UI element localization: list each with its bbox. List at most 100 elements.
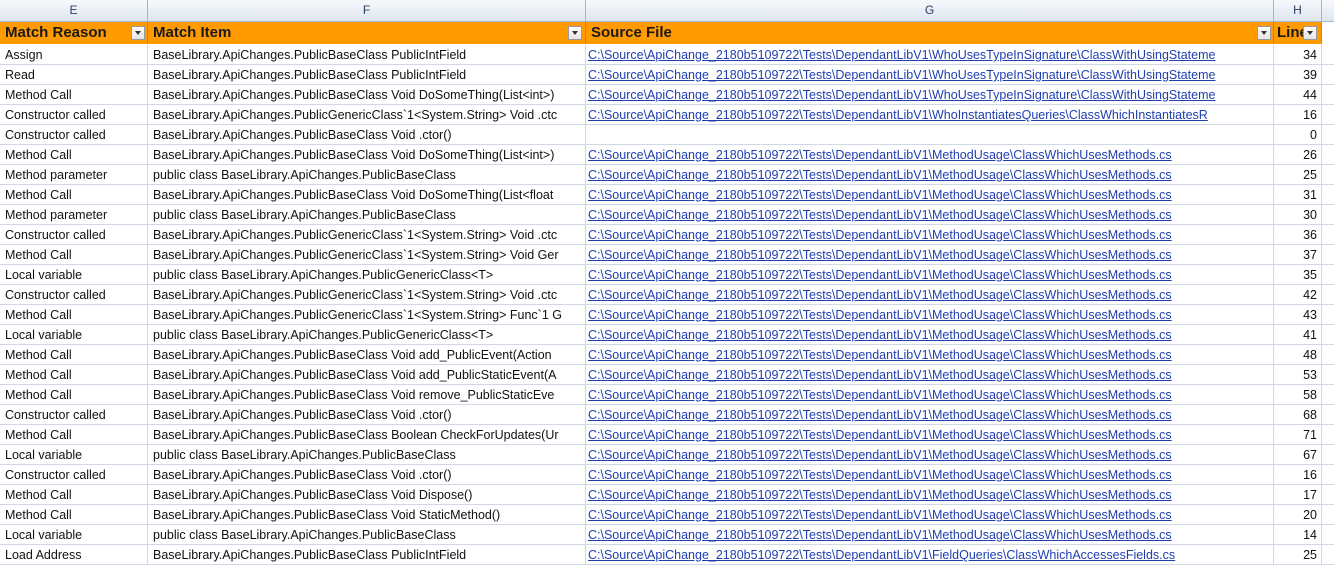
- line-number-cell[interactable]: 41: [1274, 325, 1322, 345]
- source-file-link[interactable]: C:\Source\ApiChange_2180b5109722\Tests\D…: [586, 265, 1274, 285]
- source-file-link[interactable]: C:\Source\ApiChange_2180b5109722\Tests\D…: [586, 245, 1274, 265]
- empty-cell[interactable]: [1322, 265, 1334, 285]
- header-source-file[interactable]: Source File: [586, 22, 1274, 44]
- line-number-cell[interactable]: 20: [1274, 505, 1322, 525]
- source-file-link[interactable]: C:\Source\ApiChange_2180b5109722\Tests\D…: [586, 505, 1274, 525]
- empty-cell[interactable]: [1322, 185, 1334, 205]
- match-reason-cell[interactable]: Local variable: [0, 325, 148, 345]
- source-file-link[interactable]: C:\Source\ApiChange_2180b5109722\Tests\D…: [586, 145, 1274, 165]
- match-item-cell[interactable]: BaseLibrary.ApiChanges.PublicBaseClass P…: [148, 545, 586, 565]
- match-reason-cell[interactable]: Load Address: [0, 545, 148, 565]
- empty-cell[interactable]: [1322, 45, 1334, 65]
- match-reason-cell[interactable]: Local variable: [0, 445, 148, 465]
- match-reason-cell[interactable]: Method parameter: [0, 205, 148, 225]
- line-number-cell[interactable]: 43: [1274, 305, 1322, 325]
- empty-cell[interactable]: [1322, 65, 1334, 85]
- empty-cell[interactable]: [1322, 365, 1334, 385]
- source-file-link[interactable]: C:\Source\ApiChange_2180b5109722\Tests\D…: [586, 85, 1274, 105]
- match-item-cell[interactable]: BaseLibrary.ApiChanges.PublicBaseClass V…: [148, 465, 586, 485]
- line-number-cell[interactable]: 14: [1274, 525, 1322, 545]
- match-reason-cell[interactable]: Method Call: [0, 485, 148, 505]
- match-item-cell[interactable]: public class BaseLibrary.ApiChanges.Publ…: [148, 325, 586, 345]
- source-file-link[interactable]: C:\Source\ApiChange_2180b5109722\Tests\D…: [586, 285, 1274, 305]
- line-number-cell[interactable]: 58: [1274, 385, 1322, 405]
- line-number-cell[interactable]: 31: [1274, 185, 1322, 205]
- match-item-cell[interactable]: BaseLibrary.ApiChanges.PublicGenericClas…: [148, 105, 586, 125]
- source-file-link[interactable]: C:\Source\ApiChange_2180b5109722\Tests\D…: [586, 185, 1274, 205]
- line-number-cell[interactable]: 36: [1274, 225, 1322, 245]
- line-number-cell[interactable]: 17: [1274, 485, 1322, 505]
- match-item-cell[interactable]: BaseLibrary.ApiChanges.PublicBaseClass V…: [148, 185, 586, 205]
- empty-cell[interactable]: [1322, 225, 1334, 245]
- match-reason-cell[interactable]: Constructor called: [0, 125, 148, 145]
- line-number-cell[interactable]: 30: [1274, 205, 1322, 225]
- match-reason-cell[interactable]: Method Call: [0, 505, 148, 525]
- line-number-cell[interactable]: 53: [1274, 365, 1322, 385]
- empty-cell[interactable]: [1322, 145, 1334, 165]
- match-item-cell[interactable]: public class BaseLibrary.ApiChanges.Publ…: [148, 265, 586, 285]
- line-number-cell[interactable]: 25: [1274, 545, 1322, 565]
- empty-cell[interactable]: [1322, 485, 1334, 505]
- line-number-cell[interactable]: 16: [1274, 105, 1322, 125]
- empty-cell[interactable]: [1322, 525, 1334, 545]
- match-item-cell[interactable]: BaseLibrary.ApiChanges.PublicGenericClas…: [148, 225, 586, 245]
- match-item-cell[interactable]: BaseLibrary.ApiChanges.PublicBaseClass V…: [148, 345, 586, 365]
- match-item-cell[interactable]: BaseLibrary.ApiChanges.PublicBaseClass V…: [148, 505, 586, 525]
- match-reason-cell[interactable]: Constructor called: [0, 465, 148, 485]
- match-reason-cell[interactable]: Read: [0, 65, 148, 85]
- match-reason-cell[interactable]: Local variable: [0, 265, 148, 285]
- source-file-link[interactable]: C:\Source\ApiChange_2180b5109722\Tests\D…: [586, 545, 1274, 565]
- empty-cell[interactable]: [1322, 325, 1334, 345]
- match-item-cell[interactable]: BaseLibrary.ApiChanges.PublicBaseClass V…: [148, 365, 586, 385]
- match-item-cell[interactable]: public class BaseLibrary.ApiChanges.Publ…: [148, 205, 586, 225]
- match-item-cell[interactable]: BaseLibrary.ApiChanges.PublicGenericClas…: [148, 305, 586, 325]
- match-item-cell[interactable]: public class BaseLibrary.ApiChanges.Publ…: [148, 165, 586, 185]
- match-reason-cell[interactable]: Assign: [0, 45, 148, 65]
- line-number-cell[interactable]: 48: [1274, 345, 1322, 365]
- source-file-link[interactable]: C:\Source\ApiChange_2180b5109722\Tests\D…: [586, 345, 1274, 365]
- match-reason-cell[interactable]: Method Call: [0, 145, 148, 165]
- line-number-cell[interactable]: 68: [1274, 405, 1322, 425]
- empty-cell[interactable]: [1322, 545, 1334, 565]
- source-file-link[interactable]: C:\Source\ApiChange_2180b5109722\Tests\D…: [586, 485, 1274, 505]
- source-file-link[interactable]: C:\Source\ApiChange_2180b5109722\Tests\D…: [586, 165, 1274, 185]
- empty-cell[interactable]: [1322, 445, 1334, 465]
- match-reason-cell[interactable]: Method Call: [0, 365, 148, 385]
- match-reason-cell[interactable]: Method parameter: [0, 165, 148, 185]
- empty-cell[interactable]: [1322, 505, 1334, 525]
- match-item-cell[interactable]: BaseLibrary.ApiChanges.PublicGenericClas…: [148, 285, 586, 305]
- line-number-cell[interactable]: 26: [1274, 145, 1322, 165]
- line-number-cell[interactable]: 42: [1274, 285, 1322, 305]
- match-item-cell[interactable]: BaseLibrary.ApiChanges.PublicBaseClass V…: [148, 85, 586, 105]
- line-number-cell[interactable]: 39: [1274, 65, 1322, 85]
- filter-dropdown-icon[interactable]: [131, 26, 145, 40]
- filter-dropdown-icon[interactable]: [1257, 26, 1271, 40]
- source-file-link[interactable]: C:\Source\ApiChange_2180b5109722\Tests\D…: [586, 45, 1274, 65]
- match-reason-cell[interactable]: Constructor called: [0, 225, 148, 245]
- match-reason-cell[interactable]: Method Call: [0, 245, 148, 265]
- source-file-link[interactable]: C:\Source\ApiChange_2180b5109722\Tests\D…: [586, 465, 1274, 485]
- line-number-cell[interactable]: 37: [1274, 245, 1322, 265]
- filter-dropdown-icon[interactable]: [568, 26, 582, 40]
- empty-cell[interactable]: [1322, 425, 1334, 445]
- match-item-cell[interactable]: BaseLibrary.ApiChanges.PublicBaseClass V…: [148, 125, 586, 145]
- empty-cell[interactable]: [1322, 125, 1334, 145]
- empty-cell[interactable]: [1322, 345, 1334, 365]
- empty-cell[interactable]: [1322, 385, 1334, 405]
- empty-cell[interactable]: [1322, 105, 1334, 125]
- column-letter-i[interactable]: [1322, 0, 1334, 21]
- empty-cell[interactable]: [1322, 405, 1334, 425]
- header-empty-cell[interactable]: [1322, 22, 1334, 44]
- line-number-cell[interactable]: 67: [1274, 445, 1322, 465]
- match-reason-cell[interactable]: Constructor called: [0, 105, 148, 125]
- match-reason-cell[interactable]: Method Call: [0, 425, 148, 445]
- match-item-cell[interactable]: public class BaseLibrary.ApiChanges.Publ…: [148, 525, 586, 545]
- match-reason-cell[interactable]: Method Call: [0, 85, 148, 105]
- match-reason-cell[interactable]: Constructor called: [0, 285, 148, 305]
- match-reason-cell[interactable]: Method Call: [0, 305, 148, 325]
- empty-cell[interactable]: [1322, 245, 1334, 265]
- match-item-cell[interactable]: BaseLibrary.ApiChanges.PublicBaseClass V…: [148, 145, 586, 165]
- source-file-link[interactable]: C:\Source\ApiChange_2180b5109722\Tests\D…: [586, 105, 1274, 125]
- header-match-reason[interactable]: Match Reason: [0, 22, 148, 44]
- empty-cell[interactable]: [1322, 165, 1334, 185]
